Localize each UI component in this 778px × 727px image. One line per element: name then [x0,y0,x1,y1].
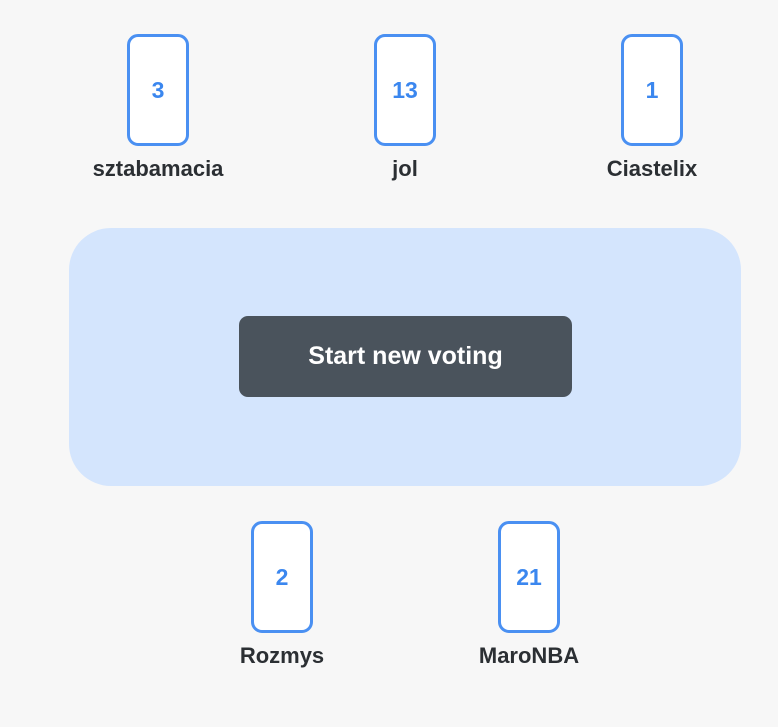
voting-table: Start new voting [69,228,741,486]
vote-card: 3 [127,34,189,146]
start-new-voting-button[interactable]: Start new voting [239,316,572,397]
player-name: jol [392,156,418,181]
player-seat-ciastelix: 1 Ciastelix [562,34,742,182]
vote-card: 2 [251,521,313,633]
player-seat-maronba: 21 MaroNBA [439,521,619,669]
player-seat-rozmys: 2 Rozmys [192,521,372,669]
vote-card: 1 [621,34,683,146]
poker-table-view: 3 sztabamacia 13 jol 1 Ciastelix Start n… [0,0,778,727]
player-name: Rozmys [239,643,325,668]
player-name: MaroNBA [478,643,580,668]
vote-value: 13 [392,76,418,103]
vote-value: 2 [275,563,289,590]
vote-card: 21 [498,521,560,633]
vote-value: 1 [645,76,659,103]
vote-value: 3 [151,76,165,103]
player-name: Ciastelix [606,156,698,181]
player-seat-jol: 13 jol [315,34,495,182]
player-seat-sztabamacia: 3 sztabamacia [68,34,248,182]
player-name: sztabamacia [92,156,224,181]
vote-value: 21 [516,563,542,590]
vote-card: 13 [374,34,436,146]
